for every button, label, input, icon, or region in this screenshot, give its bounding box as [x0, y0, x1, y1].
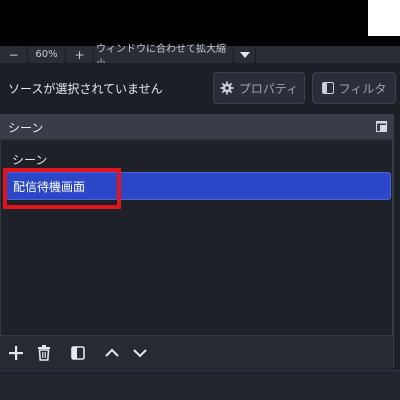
scale-mode-label[interactable]: ウィンドウに合わせて拡大縮小: [94, 44, 234, 70]
add-icon[interactable]: [7, 344, 25, 362]
scenes-dock: シーン シーン 配信待機画面: [0, 114, 393, 369]
scene-item-label: 配信待機画面: [13, 179, 86, 194]
scenes-toolbar: [0, 335, 393, 369]
source-toolbar: ソースが選択されていません プロパティ フィルタ: [0, 63, 400, 113]
scene-item-label: シーン: [12, 152, 48, 167]
preview-source-white: [368, 0, 400, 36]
zoom-bar: − 60% + ウィンドウに合わせて拡大縮小: [0, 44, 400, 70]
chevron-up-icon[interactable]: [103, 344, 121, 362]
chevron-down-icon[interactable]: [234, 46, 256, 63]
float-dock-icon[interactable]: [376, 121, 387, 132]
zoom-out-button[interactable]: −: [0, 46, 28, 63]
filters-button[interactable]: フィルタ: [312, 72, 396, 104]
scene-list: シーン 配信待機画面: [0, 141, 393, 335]
list-item-scene-selected[interactable]: 配信待機画面: [3, 172, 391, 200]
bottom-bar: [0, 370, 400, 400]
zoom-in-button[interactable]: +: [66, 46, 94, 63]
properties-button[interactable]: プロパティ: [213, 72, 305, 104]
chevron-down-icon[interactable]: [131, 344, 149, 362]
list-item-scene[interactable]: シーン: [3, 145, 391, 173]
no-source-selected-text: ソースが選択されていません: [8, 82, 163, 96]
adjacent-dock-edge: [393, 114, 400, 368]
gear-icon: [220, 81, 234, 95]
filters-label: フィルタ: [338, 81, 387, 96]
properties-label: プロパティ: [238, 81, 299, 96]
scenes-dock-title: シーン: [0, 115, 393, 139]
zoom-percent: 60%: [28, 46, 66, 63]
scenes-dock-title-text: シーン: [8, 120, 44, 135]
filter-scene-icon[interactable]: [69, 344, 87, 362]
filter-icon: [321, 82, 334, 94]
trash-icon[interactable]: [35, 344, 53, 362]
